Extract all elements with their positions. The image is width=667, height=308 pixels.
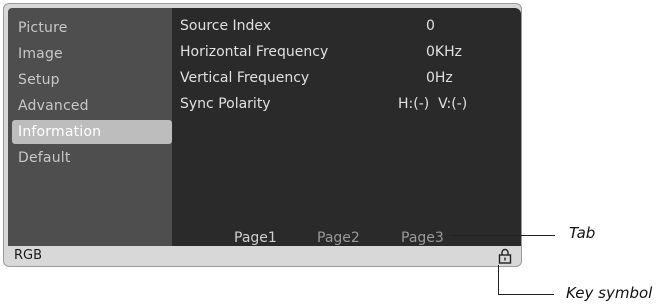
osd-menu-window: Picture Image Setup Advanced Information…: [3, 3, 522, 267]
menu-item-advanced[interactable]: Advanced: [12, 94, 172, 118]
key-callout-label: Key symbol: [566, 284, 653, 302]
tab-page1[interactable]: Page1: [234, 230, 277, 246]
source-index-value: 0: [426, 18, 435, 34]
source-index-label: Source Index: [180, 18, 272, 34]
tab-page2[interactable]: Page2: [317, 230, 360, 246]
menu-item-default[interactable]: Default: [12, 146, 172, 170]
menu-item-picture[interactable]: Picture: [12, 16, 172, 40]
menu-item-setup[interactable]: Setup: [12, 68, 172, 92]
menu-item-image[interactable]: Image: [12, 42, 172, 66]
information-panel: Source Index 0 Horizontal Frequency 0KHz…: [172, 8, 521, 246]
tab-callout-line: [451, 235, 555, 236]
horizontal-frequency-label: Horizontal Frequency: [180, 44, 329, 60]
key-callout-line-vertical: [498, 265, 499, 295]
tab-callout-label: Tab: [569, 224, 596, 242]
menu-item-information[interactable]: Information: [12, 120, 172, 144]
menu-sidebar: Picture Image Setup Advanced Information…: [8, 8, 172, 246]
horizontal-frequency-value: 0KHz: [426, 44, 462, 60]
sync-polarity-value: H:(-) V:(-): [398, 96, 468, 112]
status-bar: RGB: [8, 247, 518, 265]
sync-polarity-label: Sync Polarity: [180, 96, 271, 112]
key-callout-line-horizontal: [498, 294, 554, 295]
tab-page3[interactable]: Page3: [401, 230, 444, 246]
key-lock-icon: [498, 248, 512, 264]
input-source-label: RGB: [14, 248, 43, 263]
vertical-frequency-label: Vertical Frequency: [180, 70, 310, 86]
vertical-frequency-value: 0Hz: [426, 70, 453, 86]
